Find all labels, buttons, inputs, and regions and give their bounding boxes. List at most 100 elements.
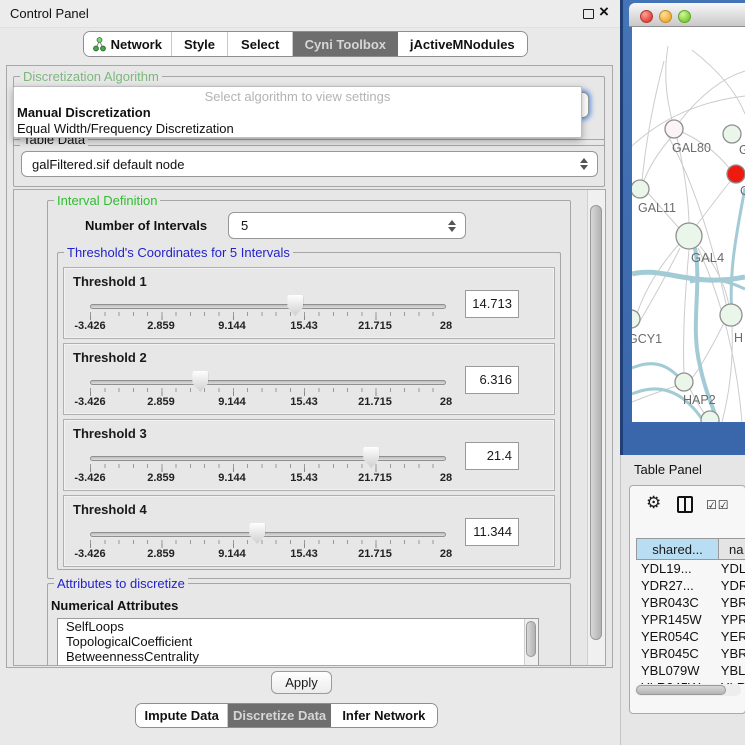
numerical-attributes-label: Numerical Attributes [51, 598, 178, 613]
tab-label: Impute Data [144, 708, 218, 723]
tab-style[interactable]: Style [172, 32, 229, 56]
network-window-titlebar [629, 3, 745, 27]
node-hap2[interactable] [675, 373, 693, 391]
cell-shared[interactable]: YBR043C [636, 594, 714, 611]
cell-name[interactable]: YDR2 [714, 577, 745, 594]
tab-select[interactable]: Select [228, 32, 293, 56]
slider-minor-ticks [90, 464, 447, 468]
table-panel: ⚙ ☑☑ shared... na YDL19...YDL1 YDR27...Y… [629, 485, 745, 714]
cell-shared[interactable]: YDL19... [636, 560, 714, 577]
slider-track[interactable] [90, 380, 446, 385]
node-partial-top-right[interactable] [723, 125, 741, 143]
table-row[interactable]: YPR145WYPR1 [636, 611, 745, 628]
tick-label: 9.144 [218, 548, 246, 560]
tick-label: 21.715 [358, 472, 392, 484]
cell-shared[interactable]: YBR045C [636, 645, 714, 662]
dropdown-option-manual-discretization[interactable]: Manual Discretization [14, 105, 581, 121]
table-data-value: galFiltered.sif default node [22, 157, 597, 172]
apply-button[interactable]: Apply [271, 671, 332, 694]
close-traffic-light-icon[interactable] [640, 10, 653, 23]
numerical-attributes-list[interactable]: SelfLoops TopologicalCoefficient Between… [57, 618, 539, 666]
minimize-traffic-light-icon[interactable] [659, 10, 672, 23]
tick-label: 9.144 [218, 396, 246, 408]
column-header-name[interactable]: na [719, 538, 745, 560]
network-graph: GAL80 G C GAL11 GAL4 GCY1 H HAP2 [632, 26, 745, 422]
threshold-label: Threshold 4 [73, 502, 147, 517]
threshold-value-field[interactable]: 21.4 [465, 442, 519, 470]
table-row[interactable]: YBR043CYBR0 [636, 594, 745, 611]
tab-cyni-toolbox[interactable]: Cyni Toolbox [293, 32, 398, 56]
table-horizontal-scrollbar[interactable] [635, 684, 741, 696]
threshold-value-field[interactable]: 6.316 [465, 366, 519, 394]
node-label: HAP2 [683, 393, 716, 407]
cell-name[interactable]: YBL0 [714, 662, 745, 679]
number-of-intervals-spinner[interactable]: 5 [228, 212, 466, 239]
cell-shared[interactable]: YBL079W [636, 662, 714, 679]
zoom-traffic-light-icon[interactable] [678, 10, 691, 23]
tab-discretize-data[interactable]: Discretize Data [228, 704, 330, 727]
tick-label: -3.426 [74, 472, 105, 484]
cell-shared[interactable]: YDR27... [636, 577, 714, 594]
node-red-selected[interactable] [727, 165, 745, 183]
table-data-combobox[interactable]: galFiltered.sif default node [21, 151, 598, 177]
node-gal11[interactable] [632, 180, 649, 198]
tab-jactivemnodules[interactable]: jActiveMNodules [398, 32, 527, 56]
tab-label: Discretize Data [233, 708, 326, 723]
table-row[interactable]: YDL19...YDL1 [636, 560, 745, 577]
table-panel-region: Table Panel ⚙ ☑☑ shared... na YDL19...YD… [620, 455, 745, 745]
slider-track[interactable] [90, 532, 446, 537]
number-of-intervals-label: Number of Intervals [85, 218, 207, 233]
tab-label: Select [241, 37, 279, 52]
table-row[interactable]: YBL079WYBL0 [636, 662, 745, 679]
list-item[interactable]: TopologicalCoefficient [58, 634, 538, 649]
dropdown-option-equal-width[interactable]: Equal Width/Frequency Discretization [14, 121, 581, 137]
gear-icon[interactable]: ⚙ [646, 494, 661, 511]
slider-track[interactable] [90, 304, 446, 309]
cell-shared[interactable]: YPR145W [636, 611, 714, 628]
checkboxes-icon[interactable]: ☑☑ [706, 498, 730, 512]
slider-minor-ticks [90, 540, 447, 544]
cell-shared[interactable]: YER054C [636, 628, 714, 645]
tick-label: 21.715 [358, 396, 392, 408]
group-title: Attributes to discretize [54, 576, 188, 591]
table-row[interactable]: YBR045CYBR0 [636, 645, 745, 662]
control-panel-tabstrip: Network Style Select Cyni Toolbox jActiv… [83, 31, 528, 57]
list-scrollbar[interactable] [524, 619, 538, 665]
cell-name[interactable]: YER0 [714, 628, 745, 645]
dropdown-placeholder: Select algorithm to view settings [14, 87, 581, 105]
cell-name[interactable]: YDL1 [714, 560, 745, 577]
table-row[interactable]: YDR27...YDR2 [636, 577, 745, 594]
column-header-shared[interactable]: shared... [636, 538, 719, 560]
slider-minor-ticks [90, 312, 447, 316]
tab-label: Network [111, 37, 162, 52]
columns-icon[interactable] [677, 496, 693, 513]
tab-impute-data[interactable]: Impute Data [136, 704, 228, 727]
settings-scrollbar[interactable] [587, 190, 605, 665]
tick-label: -3.426 [74, 548, 105, 560]
close-icon[interactable]: × [599, 2, 609, 22]
cell-name[interactable]: YBR0 [714, 645, 745, 662]
tab-network[interactable]: Network [84, 32, 172, 56]
threshold-value-field[interactable]: 14.713 [465, 290, 519, 318]
cell-name[interactable]: YPR1 [714, 611, 745, 628]
threshold-1-panel: Threshold 1 -3.426 2.859 9.144 15.43 21.… [63, 267, 555, 339]
list-item[interactable]: BetweennessCentrality [58, 649, 538, 664]
tab-label: Cyni Toolbox [305, 37, 386, 52]
cell-name[interactable]: YBR0 [714, 594, 745, 611]
float-window-icon[interactable] [583, 9, 594, 19]
node-gal4[interactable] [676, 223, 702, 249]
threshold-2-panel: Threshold 2 -3.426 2.859 9.144 15.43 21.… [63, 343, 555, 415]
bottom-tabstrip: Impute Data Discretize Data Infer Networ… [135, 703, 438, 728]
slider-track[interactable] [90, 456, 446, 461]
node-gal80[interactable] [665, 120, 683, 138]
node-partial-low-right[interactable] [720, 304, 742, 326]
threshold-label: Threshold 3 [73, 426, 147, 441]
threshold-value-field[interactable]: 11.344 [465, 518, 519, 546]
tab-infer-network[interactable]: Infer Network [331, 704, 437, 727]
table-row[interactable]: YER054CYER0 [636, 628, 745, 645]
node-gcy1[interactable] [632, 310, 640, 328]
list-item[interactable]: SelfLoops [58, 619, 538, 634]
window-title: Control Panel [10, 6, 89, 21]
tick-label: 2.859 [147, 396, 175, 408]
network-canvas[interactable]: GAL80 G C GAL11 GAL4 GCY1 H HAP2 [632, 26, 745, 422]
